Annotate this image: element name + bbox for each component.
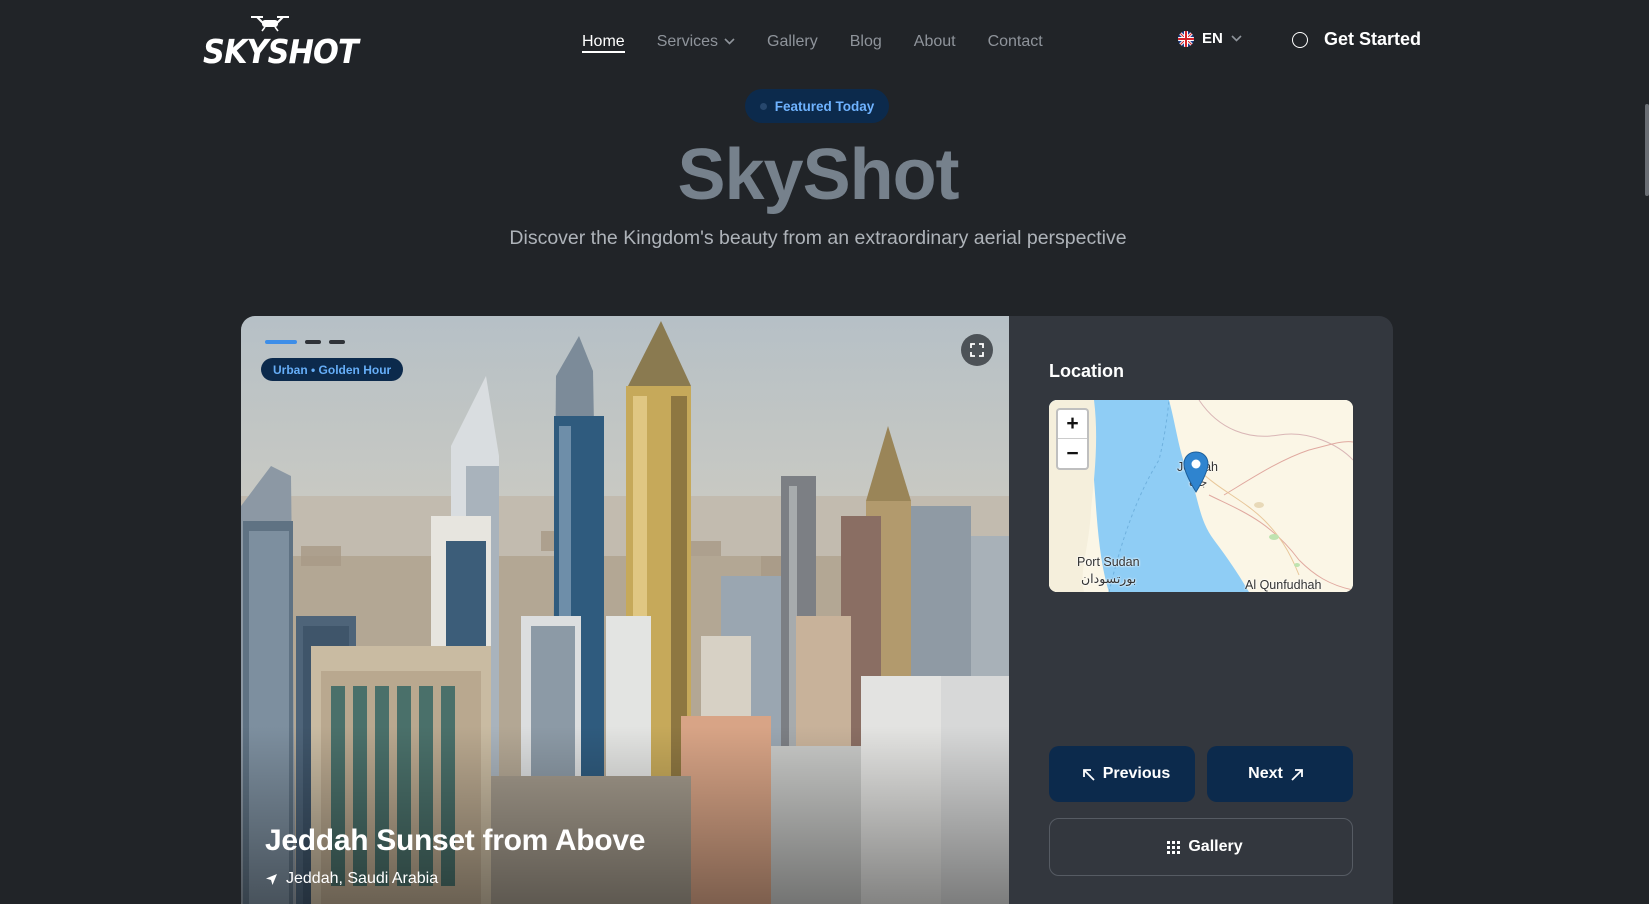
previous-label: Previous — [1102, 765, 1171, 782]
logo-text: SKYSHOT — [203, 32, 359, 71]
get-started-label: Get Started — [1324, 29, 1422, 49]
featured-badge: Featured Today — [745, 89, 889, 123]
slide-indicator[interactable] — [305, 340, 321, 344]
language-selector[interactable]: EN — [1178, 30, 1242, 47]
chevron-down-icon — [1231, 35, 1242, 42]
nav-services[interactable]: Services — [657, 32, 735, 52]
logo[interactable]: SKYSHOT — [203, 14, 359, 71]
slide-indicator-active[interactable] — [265, 340, 297, 344]
language-code: EN — [1202, 30, 1223, 47]
nav-about[interactable]: About — [914, 32, 956, 52]
map-label-al-qunfudhah: Al Qunfudhah — [1245, 578, 1322, 592]
zoom-in-button[interactable]: + — [1058, 410, 1087, 439]
map-label-port-sudan: Port Sudan — [1077, 555, 1140, 569]
zoom-out-button[interactable]: − — [1058, 439, 1087, 468]
photo-location-text: Jeddah, Saudi Arabia — [286, 870, 439, 887]
side-panel: Location + − Jeddah جدة — [1009, 316, 1393, 904]
main-nav: Home Services Gallery Blog About Contact — [582, 30, 1075, 53]
nav-gallery[interactable]: Gallery — [767, 32, 818, 52]
uk-flag-icon — [1178, 30, 1194, 47]
nav-about-label: About — [913, 32, 956, 50]
drone-icon — [251, 16, 289, 32]
photo-title: Jeddah Sunset from Above — [265, 824, 646, 857]
expand-icon — [970, 343, 984, 357]
featured-card: Urban • Golden Hour Jeddah Sunset from A… — [241, 316, 1393, 904]
get-started-button[interactable]: Get Started — [1292, 29, 1421, 50]
nav-home[interactable]: Home — [582, 33, 625, 53]
nav-blog[interactable]: Blog — [850, 32, 882, 52]
photo-location: Jeddah, Saudi Arabia — [265, 870, 438, 888]
nav-contact[interactable]: Contact — [988, 32, 1043, 52]
next-button[interactable]: Next — [1207, 746, 1353, 802]
nav-services-label: Services — [656, 32, 719, 50]
slide-indicator[interactable] — [329, 340, 345, 344]
location-heading: Location — [1049, 361, 1124, 381]
featured-badge-label: Featured Today — [774, 98, 875, 114]
fullscreen-button[interactable] — [961, 334, 993, 366]
featured-photo[interactable]: Urban • Golden Hour Jeddah Sunset from A… — [241, 316, 1009, 904]
map-marker-icon[interactable] — [1183, 451, 1209, 493]
next-label: Next — [1248, 765, 1283, 782]
gallery-label: Gallery — [1188, 838, 1243, 855]
chevron-down-icon — [724, 38, 735, 45]
grid-icon — [1167, 840, 1181, 854]
dot-icon — [759, 102, 767, 110]
nav-home-label: Home — [582, 32, 625, 50]
category-tag: Urban • Golden Hour — [261, 358, 404, 381]
page-subtitle: Discover the Kingdom's beauty from an ex… — [509, 227, 1127, 249]
slide-indicators — [265, 340, 353, 344]
nav-gallery-label: Gallery — [767, 32, 818, 50]
page-title: SkyShot — [677, 135, 959, 215]
nav-contact-label: Contact — [987, 32, 1043, 50]
nav-blog-label: Blog — [849, 32, 882, 50]
circle-icon — [1292, 31, 1308, 48]
gallery-button[interactable]: Gallery — [1049, 818, 1353, 876]
arrow-up-right-icon — [1291, 768, 1303, 781]
arrow-up-left-icon — [1082, 768, 1095, 781]
scrollbar-thumb[interactable] — [1645, 104, 1649, 196]
previous-button[interactable]: Previous — [1049, 746, 1195, 802]
navigation-arrow-icon — [266, 873, 277, 885]
map-zoom-controls: + − — [1056, 408, 1089, 470]
map-label-port-sudan-ar: بورتسودان — [1081, 572, 1137, 586]
location-map[interactable]: + − Jeddah جدة Port Sudan بورتسودان Al Q… — [1049, 400, 1353, 592]
